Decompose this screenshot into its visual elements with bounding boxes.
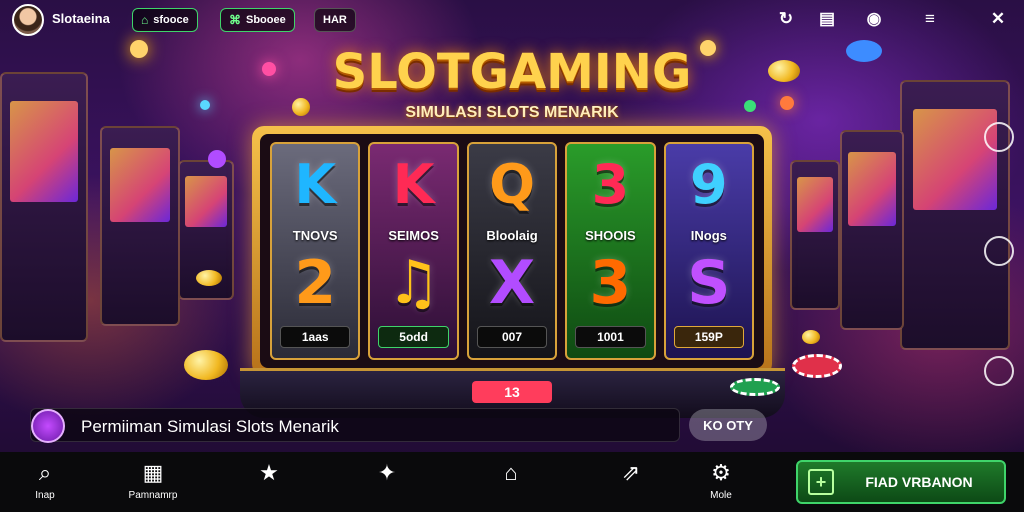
play-cta-button[interactable]: + FIAD VRBANON (796, 460, 1006, 504)
reel-value: 007 (476, 326, 548, 348)
reel-label: TNOVS (292, 228, 338, 243)
coins-pill[interactable]: ⌘ Sbooee (220, 8, 295, 32)
reel-1[interactable]: K TNOVS 2 1aas (270, 142, 361, 360)
reel-5[interactable]: 9 INogs S 159P (663, 142, 755, 360)
reel-label: Bloolaig (486, 228, 538, 243)
cta-label: FIAD VRBANON (865, 474, 973, 490)
game-badge-icon (31, 409, 65, 443)
arcade-cabinet (790, 160, 840, 310)
pill-label: sfooce (153, 14, 189, 26)
search-icon: ⌕ (38, 460, 52, 485)
info-text: Permiiman Simulasi Slots Menarik (81, 417, 339, 436)
nav-bonus[interactable]: ✦ (342, 460, 432, 486)
plus-icon: + (808, 469, 834, 495)
nav-label: Pamnamrp (128, 490, 178, 501)
game-subtitle: SIMULASI SLOTS MENARIK (405, 104, 619, 121)
info-bar: Permiiman Simulasi Slots Menarik (30, 408, 680, 443)
reel-value: 159P (673, 326, 745, 348)
user-avatar[interactable] (12, 4, 44, 36)
nav-search[interactable]: ⌕ Inap (0, 460, 90, 501)
reel-window: K TNOVS 2 1aas K SEIMOS ♫ 5odd Q Bloolai… (260, 134, 764, 368)
nav-games[interactable]: ▦ Pamnamrp (108, 460, 198, 501)
gold-coin (802, 330, 820, 344)
reel-symbol-top: K (294, 153, 337, 216)
reel-symbol-bottom: S (687, 248, 731, 318)
menu-icon[interactable]: ≡ (918, 7, 942, 31)
reel-label: SEIMOS (388, 228, 439, 243)
bottom-nav: ⌕ Inap ▦ Pamnamrp ★ ✦ ⌂ ⇗ ⚙ Mole + FIAD … (0, 452, 1024, 512)
base-display: 13 (472, 381, 552, 403)
reel-label: SHOOIS (585, 228, 636, 243)
reel-symbol-top: 9 (690, 153, 728, 216)
nav-settings[interactable]: ⚙ Mole (676, 460, 766, 501)
reel-symbol-top: 3 (591, 153, 630, 216)
reel-label: INogs (690, 228, 727, 243)
reel-symbol-bottom: 3 (589, 248, 632, 318)
star-icon: ★ (259, 460, 279, 485)
shield-icon[interactable]: ◉ (862, 7, 886, 31)
gold-coin (196, 270, 222, 286)
level-pill[interactable]: HAR (314, 8, 356, 32)
reel-symbol-bottom: X (488, 248, 536, 318)
share-icon: ⇗ (621, 460, 641, 485)
settings-icon: ⚙ (711, 460, 731, 485)
home-icon: ⌂ (141, 13, 149, 27)
side-button[interactable]: KO OTY (689, 409, 767, 441)
reel-symbol-top: Q (489, 153, 535, 216)
poker-chip (792, 354, 842, 378)
sparkle-icon: ✦ (377, 460, 397, 485)
game-title: SLOTGAMING (332, 44, 692, 100)
slot-machine: K TNOVS 2 1aas K SEIMOS ♫ 5odd Q Bloolai… (252, 126, 772, 376)
reel-symbol-top: K (392, 153, 435, 216)
arcade-cabinet (840, 130, 904, 330)
nav-label: Mole (710, 490, 732, 501)
rail-option-icon[interactable] (984, 236, 1014, 266)
home-icon: ⌂ (504, 460, 518, 485)
nav-share[interactable]: ⇗ (586, 460, 676, 486)
reel-symbol-bottom: ♫ (386, 248, 441, 318)
rail-toggle-icon[interactable] (984, 122, 1014, 152)
close-cross-icon[interactable]: ✕ (986, 7, 1010, 31)
coin-stack (184, 350, 228, 380)
purple-gem (208, 150, 226, 168)
pill-label: HAR (323, 14, 347, 26)
refresh-icon[interactable]: ↻ (774, 7, 798, 31)
balance-pill[interactable]: ⌂ sfooce (132, 8, 198, 32)
nav-label: Inap (35, 490, 55, 501)
reel-3[interactable]: Q Bloolaig X 007 (466, 142, 558, 360)
coin-icon: ⌘ (229, 13, 241, 27)
reel-value: 1aas (280, 326, 351, 348)
reel-value: 5odd (378, 326, 449, 348)
brand-name: Slotaeina (52, 11, 110, 26)
arcade-cabinet (100, 126, 180, 326)
reel-value: 1001 (575, 326, 646, 348)
reel-2[interactable]: K SEIMOS ♫ 5odd (368, 142, 459, 360)
nav-home[interactable]: ⌂ (466, 460, 556, 486)
nav-favorites[interactable]: ★ (224, 460, 314, 486)
grid-icon: ▦ (142, 460, 164, 485)
reel-symbol-bottom: 2 (294, 248, 337, 318)
rail-option-icon[interactable] (984, 356, 1014, 386)
poker-chip (730, 378, 780, 396)
pill-label: Sbooee (246, 14, 286, 26)
top-bar: Slotaeina ⌂ sfooce ⌘ Sbooee HAR ↻ ▤ ◉ ≡ … (0, 0, 1024, 38)
store-icon[interactable]: ▤ (815, 7, 839, 31)
reel-4[interactable]: 3 SHOOIS 3 1001 (565, 142, 656, 360)
